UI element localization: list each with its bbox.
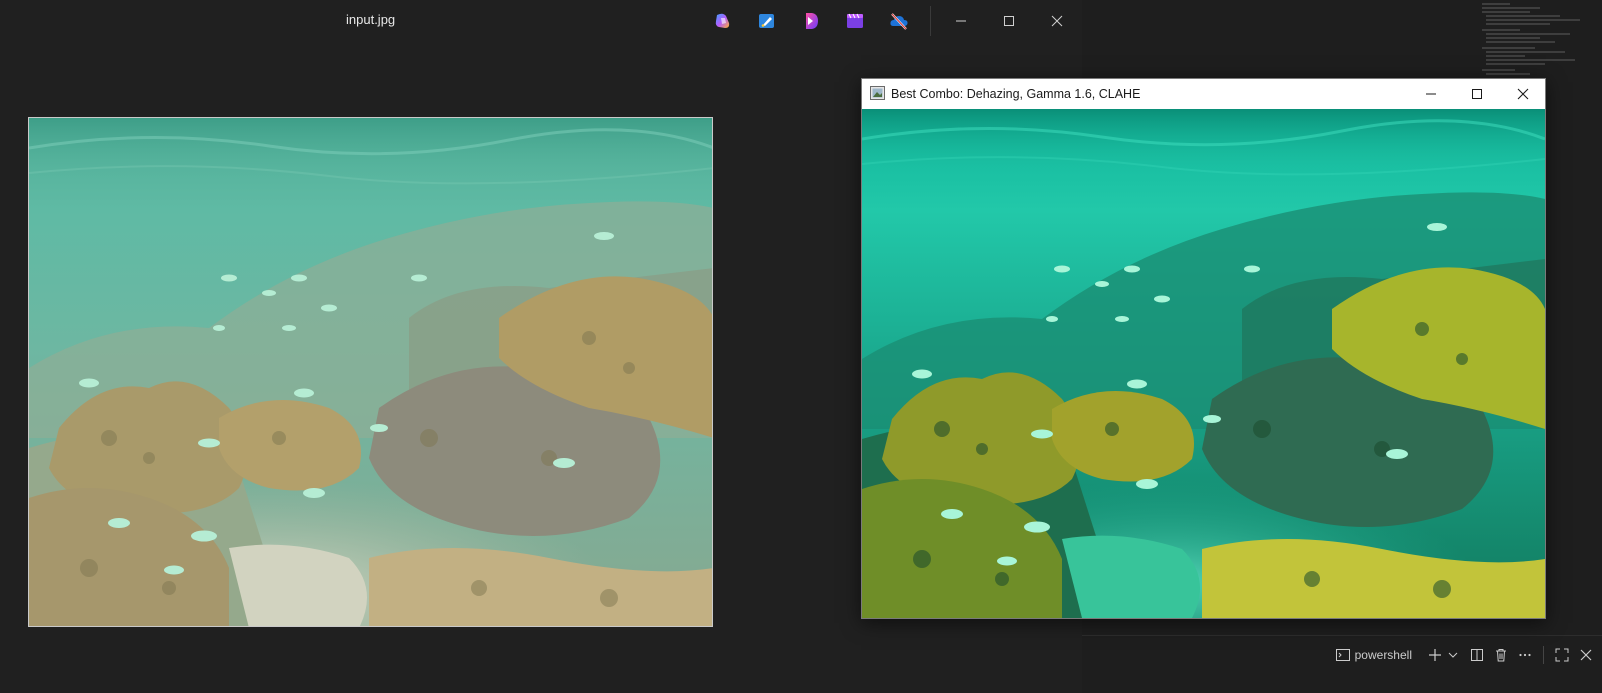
close-icon: [1051, 15, 1063, 27]
close-icon: [1580, 649, 1592, 661]
maximize-icon: [1472, 89, 1482, 99]
titlebar-app-icons: [713, 9, 909, 33]
underwater-reef-image: [29, 118, 712, 626]
split-terminal-icon: [1471, 649, 1483, 661]
new-terminal-icon: [1429, 649, 1441, 661]
minimize-button[interactable]: [938, 6, 984, 36]
terminal-tab[interactable]: powershell: [1333, 643, 1415, 667]
more-icon: [1519, 653, 1531, 657]
panel-divider: [1082, 635, 1602, 636]
chevron-down-icon: [1448, 652, 1458, 658]
cv-minimize-button[interactable]: [1408, 79, 1454, 109]
editor-minimap[interactable]: [1480, 0, 1600, 80]
copilot-icon[interactable]: [713, 11, 733, 31]
trash-icon: [1496, 649, 1506, 662]
video-editor-icon[interactable]: [845, 11, 865, 31]
onedrive-offline-icon[interactable]: [889, 11, 909, 31]
maximize-panel-icon: [1555, 648, 1569, 662]
maximize-icon: [1004, 16, 1014, 26]
paint-icon[interactable]: [757, 11, 777, 31]
minimize-icon: [1426, 93, 1436, 95]
clipchamp-icon[interactable]: [801, 11, 821, 31]
terminal-shell-label: powershell: [1354, 648, 1412, 662]
enhanced-reef-image: [862, 109, 1545, 618]
titlebar-separator: [930, 6, 931, 36]
new-terminal-button[interactable]: [1423, 643, 1447, 667]
window-app-icon: [870, 86, 885, 100]
cv-close-button[interactable]: [1500, 79, 1546, 109]
cv-maximize-button[interactable]: [1454, 79, 1500, 109]
cv-titlebar[interactable]: Best Combo: Dehazing, Gamma 1.6, CLAHE: [862, 79, 1545, 109]
enhanced-photo: [862, 109, 1545, 618]
window-title: input.jpg: [346, 12, 396, 27]
original-photo: [28, 117, 713, 627]
more-actions-button[interactable]: [1513, 643, 1537, 667]
cv-window-title: Best Combo: Dehazing, Gamma 1.6, CLAHE: [891, 87, 1141, 101]
maximize-panel-button[interactable]: [1550, 643, 1574, 667]
terminal-dropdown-button[interactable]: [1447, 643, 1459, 667]
opencv-result-window: Best Combo: Dehazing, Gamma 1.6, CLAHE: [861, 78, 1546, 619]
maximize-button[interactable]: [986, 6, 1032, 36]
minimize-icon: [956, 20, 966, 22]
toolbar-separator: [1543, 646, 1544, 664]
kill-terminal-button[interactable]: [1489, 643, 1513, 667]
split-terminal-button[interactable]: [1465, 643, 1489, 667]
terminal-toolbar: powershell: [1082, 640, 1602, 670]
close-button[interactable]: [1034, 6, 1080, 36]
close-icon: [1517, 88, 1529, 100]
close-panel-button[interactable]: [1574, 643, 1598, 667]
terminal-icon: [1335, 649, 1350, 661]
